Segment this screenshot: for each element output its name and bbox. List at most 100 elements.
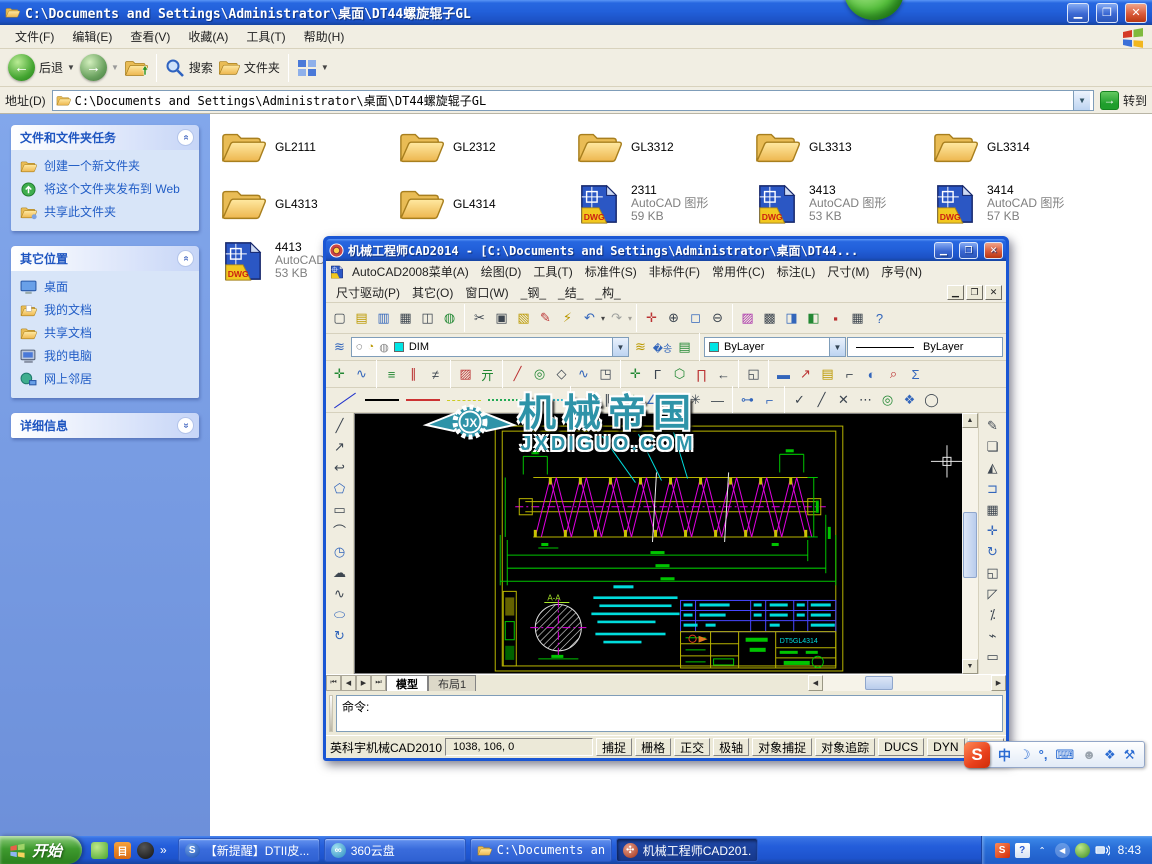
help-icon[interactable]	[869, 308, 890, 328]
tab-model[interactable]: 模型	[386, 675, 428, 691]
revcloud-icon[interactable]	[328, 562, 351, 583]
canvas-hscrollbar[interactable]: ◀ ▶	[808, 675, 1006, 691]
designcenter-icon[interactable]	[803, 308, 824, 328]
file-tile-gl3313[interactable]: GL3313	[749, 121, 927, 172]
cad-menu-draw[interactable]: 绘图(D)	[475, 261, 528, 282]
angle-icon[interactable]	[641, 390, 662, 410]
taskbar-task-browser[interactable]: S 【新提醒】DTII皮...	[177, 838, 320, 862]
layer-properties-icon[interactable]	[329, 337, 350, 357]
place-desktop[interactable]: 桌面	[20, 280, 192, 295]
menu-view[interactable]: 查看(V)	[121, 25, 179, 48]
ime-settings-wrench-icon[interactable]: ⚒	[1124, 747, 1136, 763]
undo-dropdown-icon[interactable]: ▾	[601, 314, 605, 323]
task-new-folder[interactable]: 创建一个新文件夹	[20, 159, 192, 174]
ducs-toggle[interactable]: DUCS	[878, 738, 925, 756]
place-my-documents[interactable]: 我的文档	[20, 303, 192, 318]
address-input[interactable]: C:\Documents and Settings\Administrator\…	[51, 89, 1094, 111]
scroll-right-icon[interactable]: ▶	[991, 675, 1006, 691]
tab-prev-icon[interactable]: ◀	[341, 675, 356, 691]
cad-menu-nonstandard[interactable]: 非标件(F)	[643, 261, 706, 282]
calculator-icon[interactable]	[847, 308, 868, 328]
osnap-mid-icon[interactable]	[811, 390, 832, 410]
dash-icon[interactable]	[707, 390, 728, 410]
cad-menu-tools[interactable]: 工具(T)	[527, 261, 578, 282]
node-icon[interactable]	[737, 390, 758, 410]
pane-file-tasks-header[interactable]: 文件和文件夹任务 »	[11, 125, 199, 150]
shape-icon[interactable]	[551, 364, 572, 384]
tab-next-icon[interactable]: ▶	[356, 675, 371, 691]
cad-menu-dim-drive[interactable]: 尺寸驱动(P)	[330, 282, 406, 303]
inspect-icon[interactable]	[883, 364, 904, 384]
tray-expand-icon[interactable]: ⌃	[1035, 843, 1050, 858]
plot-icon[interactable]	[395, 308, 416, 328]
publish-icon[interactable]	[439, 308, 460, 328]
layers-stack-icon[interactable]	[663, 390, 684, 410]
osnap-ext-icon[interactable]	[855, 390, 876, 410]
back-button[interactable]: ← 后退 ▼	[8, 54, 75, 81]
views-button[interactable]: ▼	[297, 59, 329, 77]
ellipse-icon[interactable]	[328, 604, 351, 625]
drawing-canvas[interactable]: A-A DT5GL4314	[354, 413, 962, 674]
scroll-up-icon[interactable]: ▲	[962, 413, 978, 428]
cad-menu-steel[interactable]: _钢_	[515, 282, 552, 303]
text-block-icon[interactable]	[773, 364, 794, 384]
polyline-icon[interactable]	[328, 457, 351, 478]
explorer-titlebar[interactable]: C:\Documents and Settings\Administrator\…	[0, 0, 1152, 25]
color-combo[interactable]: ByLayer ▼	[704, 337, 846, 357]
cad-menu-gou[interactable]: _构_	[589, 282, 626, 303]
sogou-logo-icon[interactable]: S	[964, 741, 990, 768]
search-button[interactable]: 搜索	[165, 58, 213, 78]
collapse-chevron-icon[interactable]: »	[177, 250, 194, 267]
extend-icon[interactable]	[981, 625, 1004, 646]
pane-details-header[interactable]: 详细信息 »	[11, 413, 199, 438]
copy-icon[interactable]	[981, 436, 1004, 457]
concentric-icon[interactable]	[529, 364, 550, 384]
minimize-button[interactable]: ▁	[1067, 2, 1089, 23]
dim-leader-icon[interactable]	[795, 364, 816, 384]
task-share-folder[interactable]: 共享此文件夹	[20, 205, 192, 220]
pan-icon[interactable]	[641, 308, 662, 328]
scroll-down-icon[interactable]: ▼	[962, 659, 978, 674]
datum-icon[interactable]	[477, 364, 498, 384]
ime-language-toggle[interactable]: 中	[998, 745, 1011, 764]
line-sample-red-icon[interactable]	[406, 399, 440, 401]
line-sample-thick-icon[interactable]	[365, 399, 399, 401]
start-button[interactable]: 开始	[0, 836, 83, 864]
hatch-icon[interactable]	[455, 364, 476, 384]
array-icon[interactable]	[981, 499, 1004, 520]
grid-toggle[interactable]: 栅格	[635, 738, 672, 756]
preview-icon[interactable]	[417, 308, 438, 328]
copy-clip-icon[interactable]	[491, 308, 512, 328]
layer-states-icon[interactable]	[630, 337, 651, 357]
cad-menu-annotate[interactable]: 标注(L)	[771, 261, 822, 282]
collapse-chevron-icon[interactable]: »	[177, 129, 194, 146]
hscroll-thumb[interactable]	[865, 676, 893, 690]
osnap-toggle[interactable]: 对象捕捉	[752, 738, 813, 756]
rotate-icon[interactable]	[981, 541, 1004, 562]
properties-icon[interactable]	[781, 308, 802, 328]
circle-icon[interactable]	[328, 541, 351, 562]
file-tile-gl2312[interactable]: GL2312	[393, 121, 571, 172]
section-line-icon[interactable]	[425, 364, 446, 384]
paste-icon[interactable]	[513, 308, 534, 328]
arrow-icon[interactable]	[713, 364, 734, 384]
layer-combo-dropdown-icon[interactable]: ▼	[612, 338, 628, 356]
menu-favorites[interactable]: 收藏(A)	[179, 25, 237, 48]
osnap-center-icon[interactable]	[877, 390, 898, 410]
layer-isolate-icon[interactable]	[674, 337, 695, 357]
hexagon-icon[interactable]	[669, 364, 690, 384]
mdi-minimize-button[interactable]: ▁	[947, 284, 964, 300]
osnap-tangent-icon[interactable]	[921, 390, 942, 410]
tray-network-icon[interactable]	[1095, 843, 1110, 858]
radius-dim-icon[interactable]	[861, 364, 882, 384]
stretch-icon[interactable]	[981, 583, 1004, 604]
move-icon[interactable]	[981, 520, 1004, 541]
mdi-restore-button[interactable]: ❐	[966, 284, 983, 300]
point-icon[interactable]	[625, 364, 646, 384]
mirror-icon[interactable]	[981, 457, 1004, 478]
cad-close-button[interactable]: ✕	[984, 241, 1003, 259]
tab-last-icon[interactable]: ⏭	[371, 675, 386, 691]
cad-menu-autocad2008[interactable]: AutoCAD2008菜单(A)	[346, 261, 475, 282]
file-tile-3413[interactable]: DWG 3413 AutoCAD 图形 53 KB	[749, 178, 927, 229]
double-line-icon[interactable]	[403, 364, 424, 384]
